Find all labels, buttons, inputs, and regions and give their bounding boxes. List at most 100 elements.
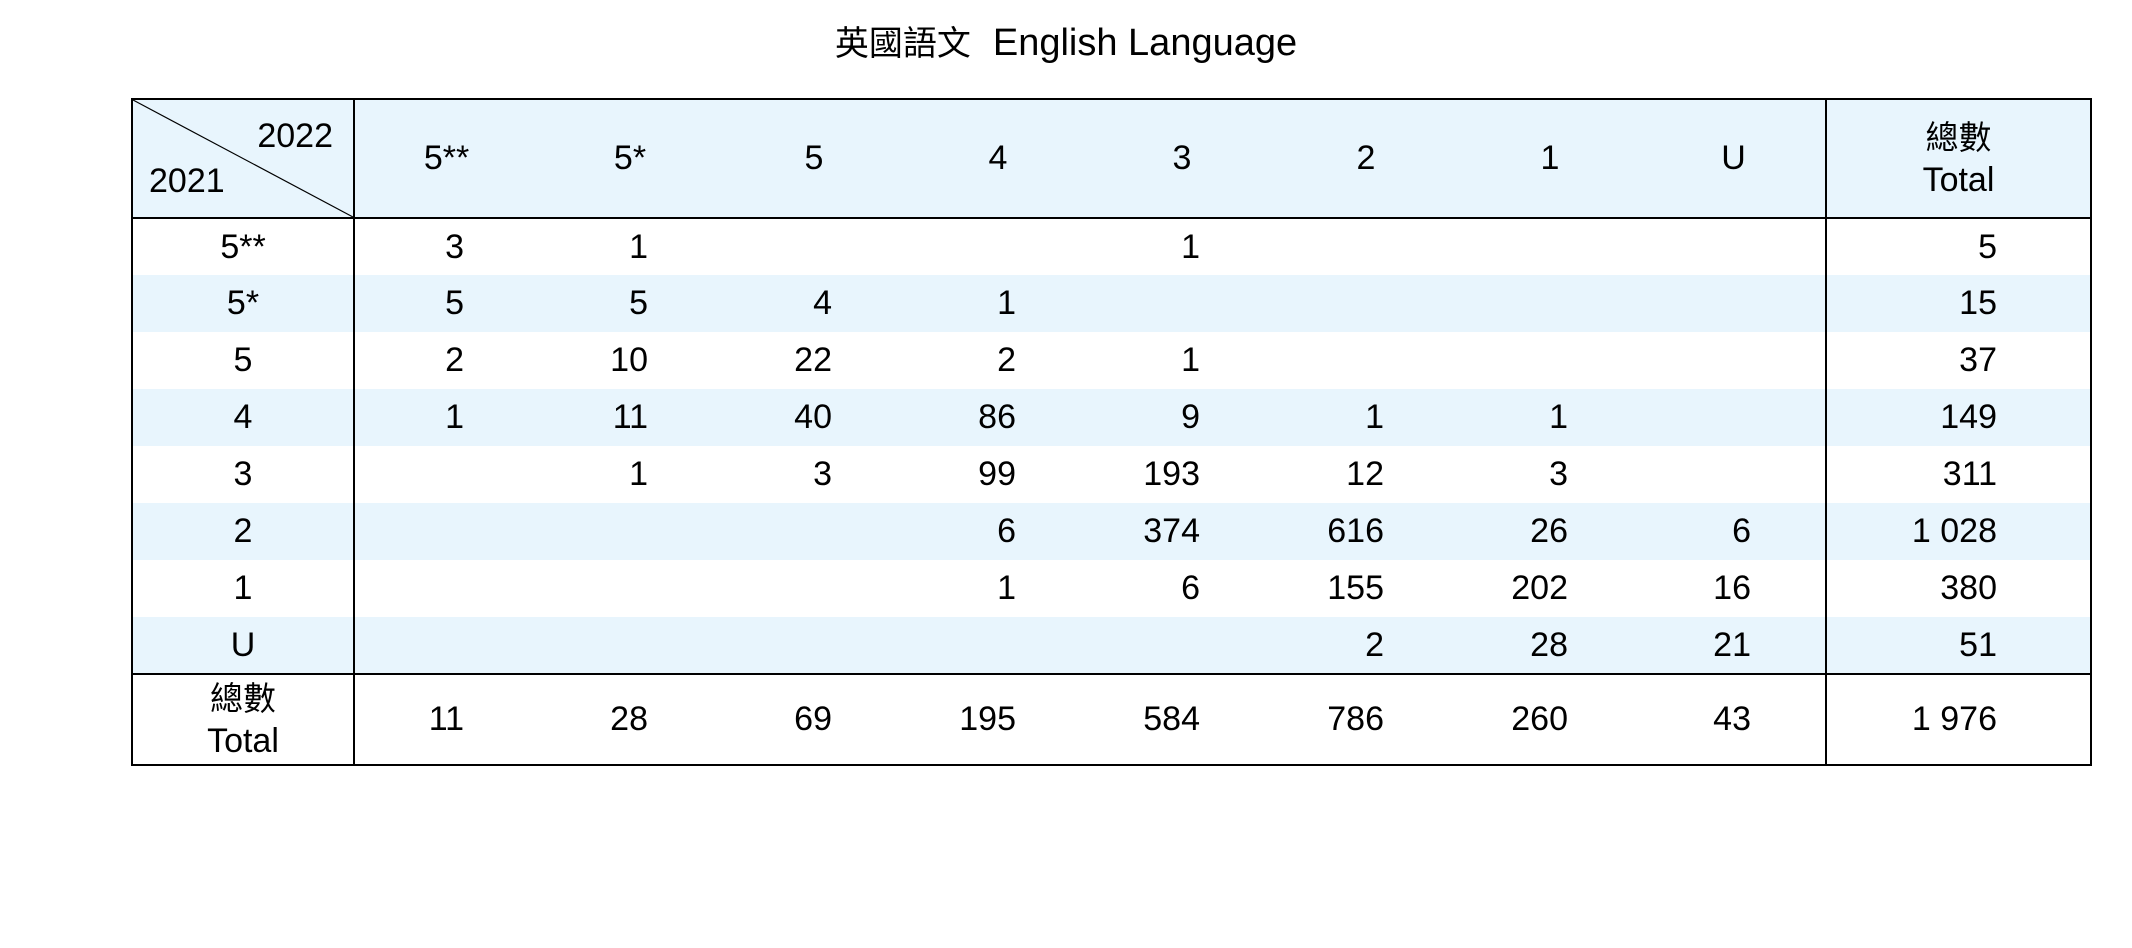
table-row: 4 1 11 40 86 9 1 1 149 bbox=[132, 389, 2091, 446]
table-cell: 5 bbox=[629, 284, 648, 322]
table-cell bbox=[906, 617, 1090, 674]
total-column-header-zh: 總數 bbox=[1925, 117, 1992, 157]
column-total: 260 bbox=[1458, 673, 1642, 765]
row-header: U bbox=[132, 617, 355, 674]
grand-total: 1 976 bbox=[1825, 673, 2091, 765]
table-row: U 2 28 21 51 bbox=[132, 617, 2091, 674]
table-cell: 202 bbox=[1511, 569, 1568, 607]
row-total: 5 bbox=[1825, 218, 2091, 275]
column-total: 11 bbox=[354, 673, 538, 765]
table-cell: 2 bbox=[997, 341, 1016, 379]
totals-row-label: 總數 Total bbox=[132, 673, 355, 765]
table-cell: 155 bbox=[1327, 569, 1384, 607]
cross-tab-table: 2022 2021 5** 5* 5 4 3 2 1 U 總數 Total 5*… bbox=[131, 98, 2092, 766]
table-body: 5** 3 1 1 5 5* 5 5 4 1 15 5 2 10 22 2 1 37 4 1 11 40 86 9 1 1 149 3… bbox=[132, 218, 2091, 674]
table-cell: 10 bbox=[610, 341, 648, 379]
column-total: 28 bbox=[538, 673, 722, 765]
header-row: 2022 2021 5** 5* 5 4 3 2 1 U 總數 Total bbox=[132, 99, 2091, 219]
column-header: 4 bbox=[906, 99, 1090, 219]
table-cell: 9 bbox=[1181, 398, 1200, 436]
total-column-header-en: Total bbox=[1922, 160, 1995, 199]
table-cell bbox=[1642, 332, 1826, 389]
table-cell bbox=[722, 218, 906, 275]
corner-column-year: 2022 bbox=[257, 117, 333, 155]
table-cell bbox=[538, 617, 722, 674]
column-total: 786 bbox=[1274, 673, 1458, 765]
row-header: 5* bbox=[132, 275, 355, 332]
table-cell: 374 bbox=[1143, 512, 1200, 550]
table-cell: 6 bbox=[997, 512, 1016, 550]
table-cell: 3 bbox=[445, 227, 464, 266]
table-row: 5 2 10 22 2 1 37 bbox=[132, 332, 2091, 389]
table-cell: 2 bbox=[1365, 625, 1384, 664]
table-row: 3 1 3 99 193 12 3 311 bbox=[132, 446, 2091, 503]
table-cell bbox=[1274, 332, 1458, 389]
table-cell bbox=[1642, 446, 1826, 503]
table-title: 英國語文 English Language bbox=[0, 18, 2132, 69]
column-total: 43 bbox=[1642, 673, 1826, 765]
table-cell bbox=[538, 503, 722, 560]
table-cell bbox=[1458, 332, 1642, 389]
table-cell bbox=[354, 446, 538, 503]
column-header: 3 bbox=[1090, 99, 1274, 219]
table-cell: 1 bbox=[1181, 341, 1200, 379]
table-cell bbox=[354, 617, 538, 674]
table-cell: 40 bbox=[794, 398, 832, 436]
table-cell bbox=[354, 560, 538, 617]
row-header: 5 bbox=[132, 332, 355, 389]
row-header: 4 bbox=[132, 389, 355, 446]
totals-row: 總數 Total 11 28 69 195 584 786 260 43 1 9… bbox=[132, 673, 2091, 765]
table-row: 5* 5 5 4 1 15 bbox=[132, 275, 2091, 332]
row-total: 37 bbox=[1825, 332, 2091, 389]
table-cell: 99 bbox=[978, 455, 1016, 493]
table-cell: 1 bbox=[1549, 398, 1568, 436]
table-cell: 193 bbox=[1143, 455, 1200, 493]
table-row: 5** 3 1 1 5 bbox=[132, 218, 2091, 275]
table-cell: 26 bbox=[1530, 512, 1568, 550]
table-cell: 16 bbox=[1713, 569, 1751, 607]
row-total: 380 bbox=[1825, 560, 2091, 617]
table-cell: 21 bbox=[1713, 625, 1751, 664]
table-cell bbox=[354, 503, 538, 560]
row-header: 1 bbox=[132, 560, 355, 617]
totals-row-label-zh: 總數 bbox=[210, 678, 276, 718]
table-cell bbox=[722, 617, 906, 674]
column-total: 584 bbox=[1090, 673, 1274, 765]
totals-row-label-en: Total bbox=[207, 721, 279, 760]
table-cell bbox=[722, 560, 906, 617]
table-cell: 1 bbox=[1181, 227, 1200, 266]
table-row: 1 1 6 155 202 16 380 bbox=[132, 560, 2091, 617]
column-header: U bbox=[1642, 99, 1826, 219]
table-cell bbox=[1642, 275, 1826, 332]
table-cell: 1 bbox=[1365, 398, 1384, 436]
row-header: 2 bbox=[132, 503, 355, 560]
table-cell: 28 bbox=[1530, 625, 1568, 664]
column-total: 195 bbox=[906, 673, 1090, 765]
table-cell: 1 bbox=[629, 455, 648, 493]
table-cell bbox=[538, 560, 722, 617]
column-header: 5** bbox=[354, 99, 538, 219]
table-cell: 11 bbox=[612, 398, 648, 436]
table-cell: 2 bbox=[445, 341, 464, 379]
column-header: 1 bbox=[1458, 99, 1642, 219]
table-cell bbox=[1458, 275, 1642, 332]
corner-cell: 2022 2021 bbox=[132, 99, 355, 219]
column-header: 5 bbox=[722, 99, 906, 219]
table-row: 2 6 374 616 26 6 1 028 bbox=[132, 503, 2091, 560]
column-total: 69 bbox=[722, 673, 906, 765]
table-cell bbox=[722, 503, 906, 560]
row-total: 149 bbox=[1825, 389, 2091, 446]
table-title-en: English Language bbox=[992, 22, 1298, 64]
table-cell: 1 bbox=[997, 569, 1016, 607]
row-total: 15 bbox=[1825, 275, 2091, 332]
row-total: 311 bbox=[1825, 446, 2091, 503]
table-cell: 1 bbox=[445, 398, 464, 436]
table-cell: 616 bbox=[1327, 512, 1384, 550]
table-cell bbox=[1642, 389, 1826, 446]
row-header: 3 bbox=[132, 446, 355, 503]
table-cell bbox=[1090, 617, 1274, 674]
table-cell: 22 bbox=[794, 341, 832, 379]
table-cell: 6 bbox=[1181, 569, 1200, 607]
table-cell: 12 bbox=[1346, 455, 1384, 493]
column-header: 5* bbox=[538, 99, 722, 219]
